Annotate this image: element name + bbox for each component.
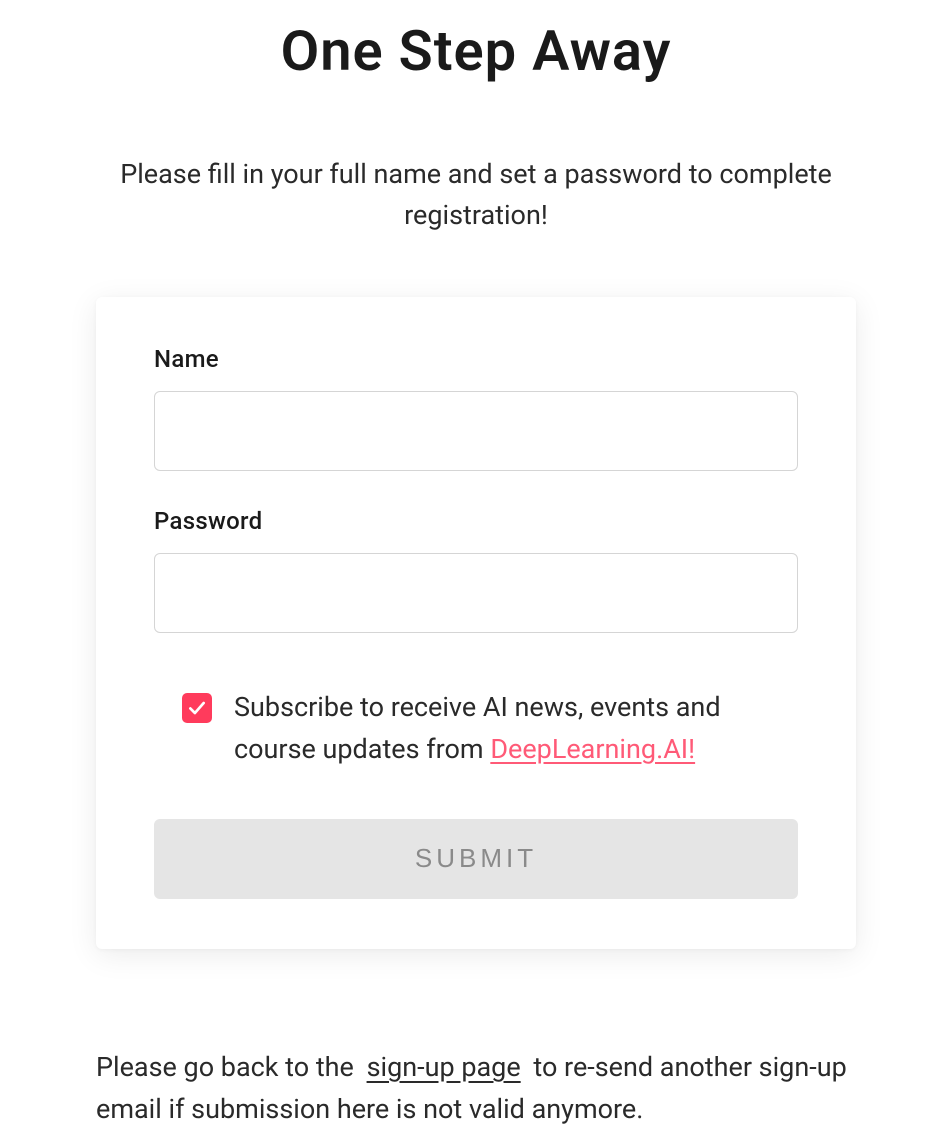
password-input[interactable]: [154, 553, 798, 633]
registration-card: Name Password Subscribe to receive AI ne…: [96, 297, 856, 949]
subscribe-row: Subscribe to receive AI news, events and…: [154, 687, 798, 771]
page-subtitle: Please fill in your full name and set a …: [116, 154, 836, 235]
name-label: Name: [154, 345, 798, 373]
check-icon: [187, 698, 207, 718]
submit-button[interactable]: SUBMIT: [154, 819, 798, 899]
name-input[interactable]: [154, 391, 798, 471]
password-label: Password: [154, 507, 798, 535]
name-group: Name: [154, 345, 798, 471]
footer-note: Please go back to the sign-up page to re…: [96, 1047, 856, 1130]
deeplearning-link[interactable]: DeepLearning.AI!: [490, 733, 695, 765]
subscribe-label: Subscribe to receive AI news, events and…: [234, 687, 788, 771]
footer-prefix: Please go back to the: [96, 1051, 361, 1083]
subscribe-checkbox[interactable]: [182, 693, 212, 723]
signup-page-link[interactable]: sign-up page: [367, 1051, 521, 1083]
page-title: One Step Away: [281, 18, 672, 84]
password-group: Password: [154, 507, 798, 633]
